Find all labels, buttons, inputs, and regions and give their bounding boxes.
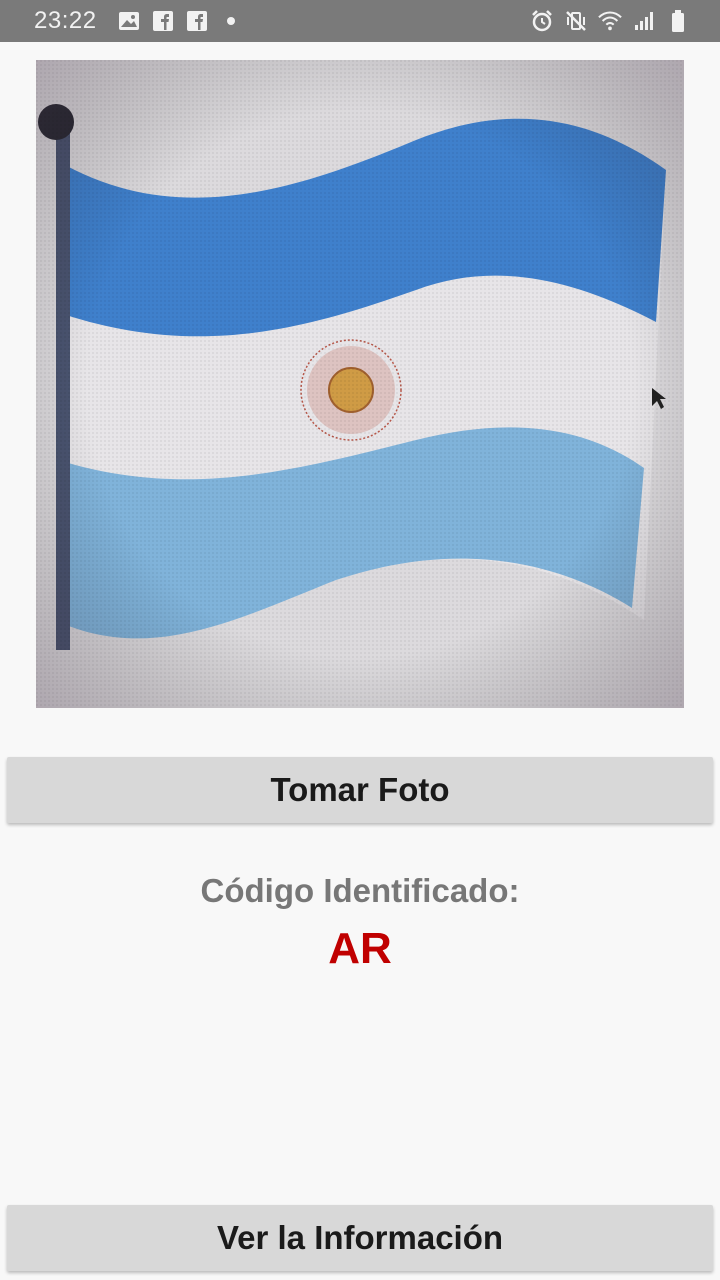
battery-icon: [666, 9, 690, 33]
dot-icon: [219, 9, 243, 33]
vibrate-mute-icon: [564, 9, 588, 33]
status-right: [530, 9, 690, 33]
alarm-icon: [530, 9, 554, 33]
facebook-icon: [185, 9, 209, 33]
identified-code-value: AR: [328, 924, 392, 973]
status-time: 23:22: [34, 7, 97, 34]
wifi-icon: [598, 9, 622, 33]
status-bar: 23:22: [0, 0, 720, 42]
signal-icon: [632, 9, 656, 33]
view-info-button[interactable]: Ver la Información: [7, 1205, 713, 1271]
flag-photo: [36, 60, 684, 708]
image-icon: [117, 9, 141, 33]
status-left: 23:22: [34, 7, 243, 35]
identified-code-label: Código Identificado:: [200, 872, 520, 909]
facebook-icon: [151, 9, 175, 33]
take-photo-button[interactable]: Tomar Foto: [7, 757, 713, 823]
